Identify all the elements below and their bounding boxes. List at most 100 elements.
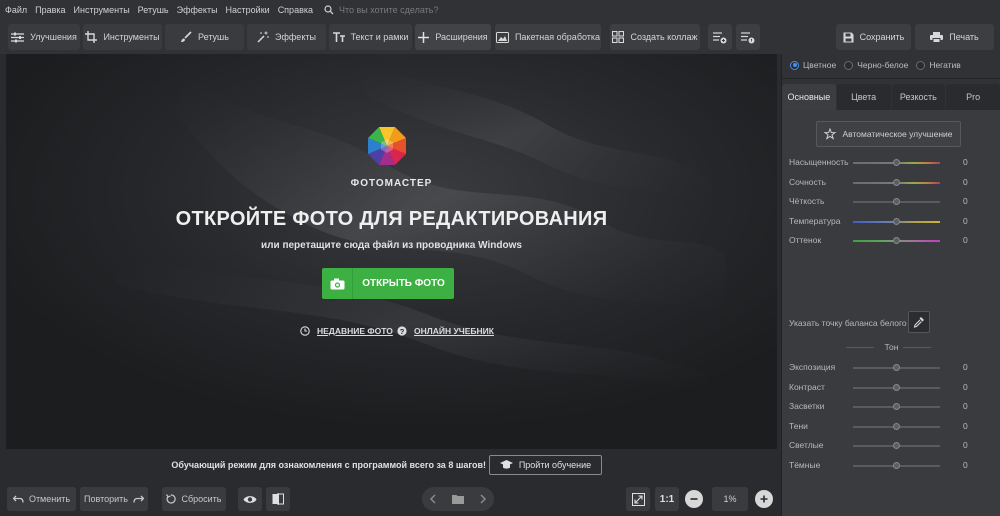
mode-bw-radio[interactable]: Черно-белое (844, 60, 908, 70)
slider-knob[interactable] (893, 237, 900, 244)
fit-screen-icon (631, 492, 645, 506)
slider-temperature[interactable]: Температура 0 (789, 216, 979, 228)
online-tutorial-link[interactable]: ? ОНЛАЙН УЧЕБНИК (397, 326, 494, 336)
image-navigation (422, 487, 494, 511)
slider-knob[interactable] (893, 442, 900, 449)
slider-shadows[interactable]: Тени 0 (789, 421, 979, 433)
white-balance-picker-button[interactable] (908, 311, 930, 333)
start-tutorial-button[interactable]: Пройти обучение (489, 455, 602, 475)
slider-value: 0 (963, 235, 968, 245)
compare-settings-button[interactable] (708, 24, 732, 50)
menu-tools[interactable]: Инструменты (74, 5, 130, 15)
tab-label: Ретушь (198, 32, 229, 42)
photo-canvas[interactable]: ФОТОМАСТЕР ОТКРОЙТЕ ФОТО ДЛЯ РЕДАКТИРОВА… (6, 54, 777, 449)
tone-divider-right (903, 347, 931, 348)
slider-contrast[interactable]: Контраст 0 (789, 382, 979, 394)
menu-file[interactable]: Файл (5, 5, 27, 15)
slider-blacks[interactable]: Тёмные 0 (789, 460, 979, 472)
white-balance-label: Указать точку баланса белого (789, 318, 907, 328)
search-icon (324, 5, 334, 15)
tab-effects[interactable]: Эффекты (247, 24, 326, 50)
chevron-left-icon[interactable] (429, 494, 437, 504)
slider-tint[interactable]: Оттенок 0 (789, 235, 979, 247)
recent-photos-label: НЕДАВНИЕ ФОТО (317, 326, 393, 336)
tab-text-frames[interactable]: Текст и рамки (329, 24, 412, 50)
auto-enhance-button[interactable]: Автоматическое улучшение (816, 121, 961, 147)
help-circle-icon: ? (397, 326, 407, 336)
menu-effects[interactable]: Эффекты (177, 5, 218, 15)
slider-highlights[interactable]: Засветки 0 (789, 401, 979, 413)
slider-clarity[interactable]: Чёткость 0 (789, 196, 979, 208)
mode-color-radio[interactable]: Цветное (790, 60, 836, 70)
collage-icon (612, 31, 625, 43)
fit-to-screen-button[interactable] (626, 487, 650, 511)
presets-settings-button[interactable] (736, 24, 760, 50)
tab-extensions[interactable]: Расширения (415, 24, 491, 50)
menu-bar: Файл Правка Инструменты Ретушь Эффекты Н… (0, 0, 1000, 20)
actual-size-button[interactable]: 1:1 (655, 487, 679, 511)
basic-adjustments: Автоматическое улучшение Насыщенность 0 … (782, 110, 1000, 516)
tab-retouch[interactable]: Ретушь (165, 24, 244, 50)
slider-knob[interactable] (893, 462, 900, 469)
search-placeholder: Что вы хотите сделать? (339, 5, 439, 15)
batch-processing-button[interactable]: Пакетная обработка (495, 24, 601, 50)
adjustment-tabs: Основные Цвета Резкость Pro (782, 84, 1000, 110)
slider-saturation[interactable]: Насыщенность 0 (789, 157, 979, 169)
slider-knob[interactable] (893, 403, 900, 410)
slider-knob[interactable] (893, 198, 900, 205)
undo-label: Отменить (28, 494, 71, 504)
open-photo-button[interactable]: ОТКРЫТЬ ФОТО (322, 268, 454, 299)
slider-knob[interactable] (893, 384, 900, 391)
mode-negative-radio[interactable]: Негатив (916, 60, 961, 70)
slider-value: 0 (963, 421, 968, 431)
zoom-in-button[interactable] (755, 490, 773, 508)
tab-sharpness[interactable]: Резкость (891, 84, 946, 110)
reset-button[interactable]: Сбросить (162, 487, 226, 511)
plus-icon (418, 31, 430, 43)
tab-basic[interactable]: Основные (782, 84, 836, 110)
chevron-right-icon[interactable] (479, 494, 487, 504)
menu-settings[interactable]: Настройки (226, 5, 270, 15)
slider-value: 0 (963, 216, 968, 226)
tab-pro[interactable]: Pro (946, 84, 1000, 110)
recent-photos-link[interactable]: НЕДАВНИЕ ФОТО (300, 326, 393, 336)
svg-text:?: ? (400, 327, 405, 336)
undo-button[interactable]: Отменить (7, 487, 76, 511)
tutorial-text: Обучающий режим для ознакомления с прогр… (171, 460, 486, 470)
slider-value: 0 (963, 440, 968, 450)
slider-vibrance[interactable]: Сочность 0 (789, 177, 979, 189)
menu-retouch[interactable]: Ретушь (138, 5, 169, 15)
slider-knob[interactable] (893, 364, 900, 371)
presets-add-icon (713, 31, 727, 43)
create-collage-button[interactable]: Создать коллаж (610, 24, 700, 50)
slider-knob[interactable] (893, 159, 900, 166)
save-button[interactable]: Сохранить (836, 24, 911, 50)
tab-enhance[interactable]: Улучшения (8, 24, 80, 50)
presets-info-icon (741, 31, 755, 43)
compare-button[interactable] (266, 487, 290, 511)
command-search[interactable]: Что вы хотите сделать? (324, 5, 439, 15)
tab-colors[interactable]: Цвета (836, 84, 891, 110)
eyedropper-icon (913, 317, 924, 328)
reset-label: Сбросить (181, 494, 222, 504)
slider-exposure[interactable]: Экспозиция 0 (789, 362, 979, 374)
main-toolbar: Улучшения Инструменты Ретушь Эффекты Тек… (0, 20, 1000, 54)
folder-icon[interactable] (451, 494, 464, 504)
tab-tools[interactable]: Инструменты (83, 24, 162, 50)
tone-section-title: Тон (884, 342, 899, 352)
brand-name: ФОТОМАСТЕР (350, 178, 433, 189)
redo-button[interactable]: Повторить (80, 487, 148, 511)
preview-toggle-button[interactable] (238, 487, 262, 511)
menu-help[interactable]: Справка (278, 5, 313, 15)
slider-knob[interactable] (893, 179, 900, 186)
slider-knob[interactable] (893, 218, 900, 225)
slider-knob[interactable] (893, 423, 900, 430)
plus-icon (760, 495, 768, 503)
menu-edit[interactable]: Правка (35, 5, 65, 15)
print-button[interactable]: Печать (915, 24, 994, 50)
slider-whites[interactable]: Светлые 0 (789, 440, 979, 452)
zoom-out-button[interactable] (685, 490, 703, 508)
clock-icon (300, 326, 310, 336)
zoom-level[interactable]: 1% (712, 487, 748, 511)
crop-icon (85, 31, 98, 43)
